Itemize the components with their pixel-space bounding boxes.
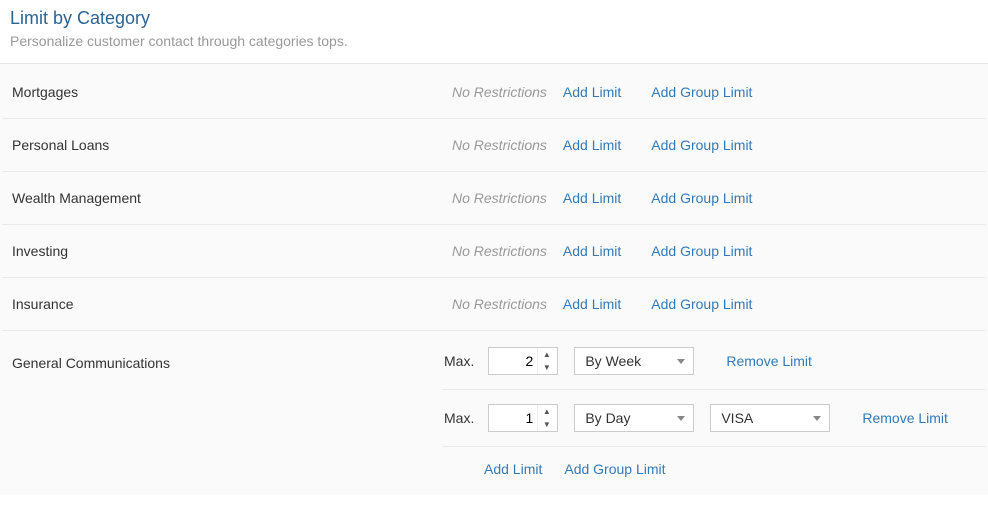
category-name: Insurance xyxy=(12,296,452,312)
period-value: By Day xyxy=(585,410,630,426)
add-group-limit-link[interactable]: Add Group Limit xyxy=(645,84,758,100)
category-row-personal-loans: Personal Loans No Restrictions Add Limit… xyxy=(2,119,986,172)
add-limit-link[interactable]: Add Limit xyxy=(557,84,627,100)
max-stepper[interactable]: ▲ ▼ xyxy=(488,347,558,375)
period-dropdown[interactable]: By Day xyxy=(574,404,694,432)
max-label: Max. xyxy=(444,353,474,369)
add-group-limit-link[interactable]: Add Group Limit xyxy=(558,461,671,477)
max-label: Max. xyxy=(444,410,474,426)
category-row-wealth-management: Wealth Management No Restrictions Add Li… xyxy=(2,172,986,225)
limit-row: Max. ▲ ▼ By Day VISA xyxy=(442,390,986,447)
group-dropdown[interactable]: VISA xyxy=(710,404,830,432)
add-limit-link[interactable]: Add Limit xyxy=(557,243,627,259)
no-restrictions-label: No Restrictions xyxy=(452,84,547,100)
max-input[interactable] xyxy=(489,348,537,374)
category-row-investing: Investing No Restrictions Add Limit Add … xyxy=(2,225,986,278)
arrow-down-icon[interactable]: ▼ xyxy=(538,418,555,431)
limit-actions: Add Limit Add Group Limit xyxy=(442,447,986,485)
add-limit-link[interactable]: Add Limit xyxy=(557,296,627,312)
category-name: Personal Loans xyxy=(12,137,452,153)
stepper-arrows: ▲ ▼ xyxy=(537,405,555,431)
category-name: General Communications xyxy=(2,333,442,371)
add-group-limit-link[interactable]: Add Group Limit xyxy=(645,296,758,312)
chevron-down-icon xyxy=(813,416,821,421)
add-limit-link[interactable]: Add Limit xyxy=(557,190,627,206)
add-group-limit-link[interactable]: Add Group Limit xyxy=(645,243,758,259)
category-row-mortgages: Mortgages No Restrictions Add Limit Add … xyxy=(2,66,986,119)
add-group-limit-link[interactable]: Add Group Limit xyxy=(645,190,758,206)
group-value: VISA xyxy=(721,410,753,426)
chevron-down-icon xyxy=(677,359,685,364)
category-row-insurance: Insurance No Restrictions Add Limit Add … xyxy=(2,278,986,331)
category-list: Mortgages No Restrictions Add Limit Add … xyxy=(0,64,988,495)
remove-limit-link[interactable]: Remove Limit xyxy=(726,353,812,369)
remove-limit-link[interactable]: Remove Limit xyxy=(862,410,948,426)
stepper-arrows: ▲ ▼ xyxy=(537,348,555,374)
arrow-up-icon[interactable]: ▲ xyxy=(538,348,555,361)
arrow-down-icon[interactable]: ▼ xyxy=(538,361,555,374)
page-header: Limit by Category Personalize customer c… xyxy=(0,0,988,64)
no-restrictions-label: No Restrictions xyxy=(452,190,547,206)
no-restrictions-label: No Restrictions xyxy=(452,296,547,312)
category-name: Wealth Management xyxy=(12,190,452,206)
period-dropdown[interactable]: By Week xyxy=(574,347,694,375)
page-title: Limit by Category xyxy=(10,8,978,29)
limit-row: Max. ▲ ▼ By Week Remove Limit xyxy=(442,333,986,390)
add-limit-link[interactable]: Add Limit xyxy=(557,137,627,153)
add-group-limit-link[interactable]: Add Group Limit xyxy=(645,137,758,153)
arrow-up-icon[interactable]: ▲ xyxy=(538,405,555,418)
category-row-general-communications: General Communications Max. ▲ ▼ By Week xyxy=(2,331,986,485)
category-name: Investing xyxy=(12,243,452,259)
page-subtitle: Personalize customer contact through cat… xyxy=(10,33,978,49)
no-restrictions-label: No Restrictions xyxy=(452,137,547,153)
max-input[interactable] xyxy=(489,405,537,431)
category-name: Mortgages xyxy=(12,84,452,100)
no-restrictions-label: No Restrictions xyxy=(452,243,547,259)
max-stepper[interactable]: ▲ ▼ xyxy=(488,404,558,432)
add-limit-link[interactable]: Add Limit xyxy=(478,461,548,477)
period-value: By Week xyxy=(585,353,641,369)
chevron-down-icon xyxy=(677,416,685,421)
